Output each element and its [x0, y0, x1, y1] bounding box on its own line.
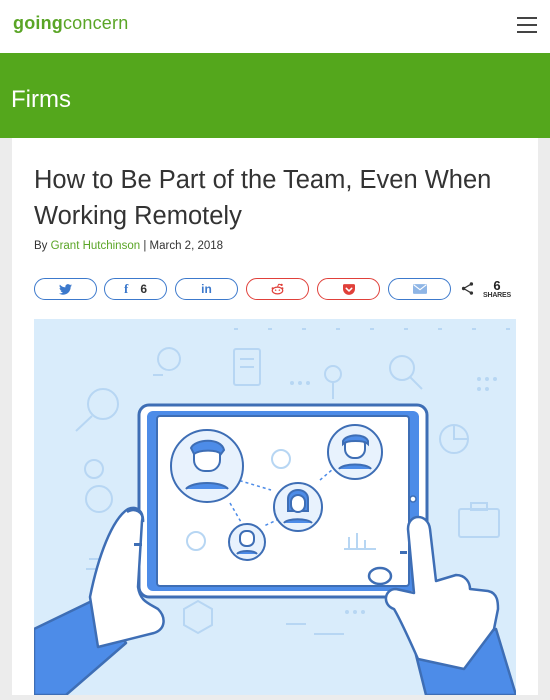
site-logo[interactable]: goingconcern — [13, 13, 128, 34]
hamburger-icon[interactable] — [517, 17, 537, 33]
twitter-share-button[interactable] — [34, 278, 97, 300]
facebook-share-count: 6 — [140, 282, 148, 296]
facebook-f-icon: f — [123, 281, 129, 296]
category-title: Firms — [11, 86, 71, 113]
category-banner — [0, 53, 550, 138]
reddit-share-button[interactable] — [246, 278, 309, 300]
logo-regular-text: concern — [62, 13, 129, 33]
email-share-button[interactable] — [388, 278, 451, 300]
article-hero-image — [32, 319, 518, 697]
pocket-share-button[interactable] — [317, 278, 380, 300]
article-date: March 2, 2018 — [149, 240, 224, 252]
envelope-icon — [412, 284, 427, 294]
share-total-label: SHARES — [483, 292, 511, 299]
linkedin-share-button[interactable]: in — [175, 278, 238, 300]
byline: By Grant Hutchinson | March 2, 2018 — [34, 240, 223, 252]
facebook-share-button[interactable]: f 6 — [104, 278, 167, 300]
byline-separator: | — [143, 240, 147, 252]
twitter-bird-icon — [59, 283, 72, 295]
author-link[interactable]: Grant Hutchinson — [51, 240, 141, 252]
share-total-count: 6 — [493, 278, 501, 293]
reddit-alien-icon — [271, 283, 284, 295]
logo-bold-text: going — [13, 13, 63, 33]
site-header: goingconcern — [0, 0, 550, 53]
remote-team-tablet-illustration — [32, 328, 518, 697]
share-total: 6 SHARES — [482, 279, 512, 299]
linkedin-in-icon: in — [201, 282, 212, 296]
article-title: How to Be Part of the Team, Even When Wo… — [34, 166, 492, 230]
pocket-icon — [342, 283, 355, 295]
byline-prefix: By — [34, 240, 48, 252]
share-icon[interactable] — [461, 282, 474, 298]
